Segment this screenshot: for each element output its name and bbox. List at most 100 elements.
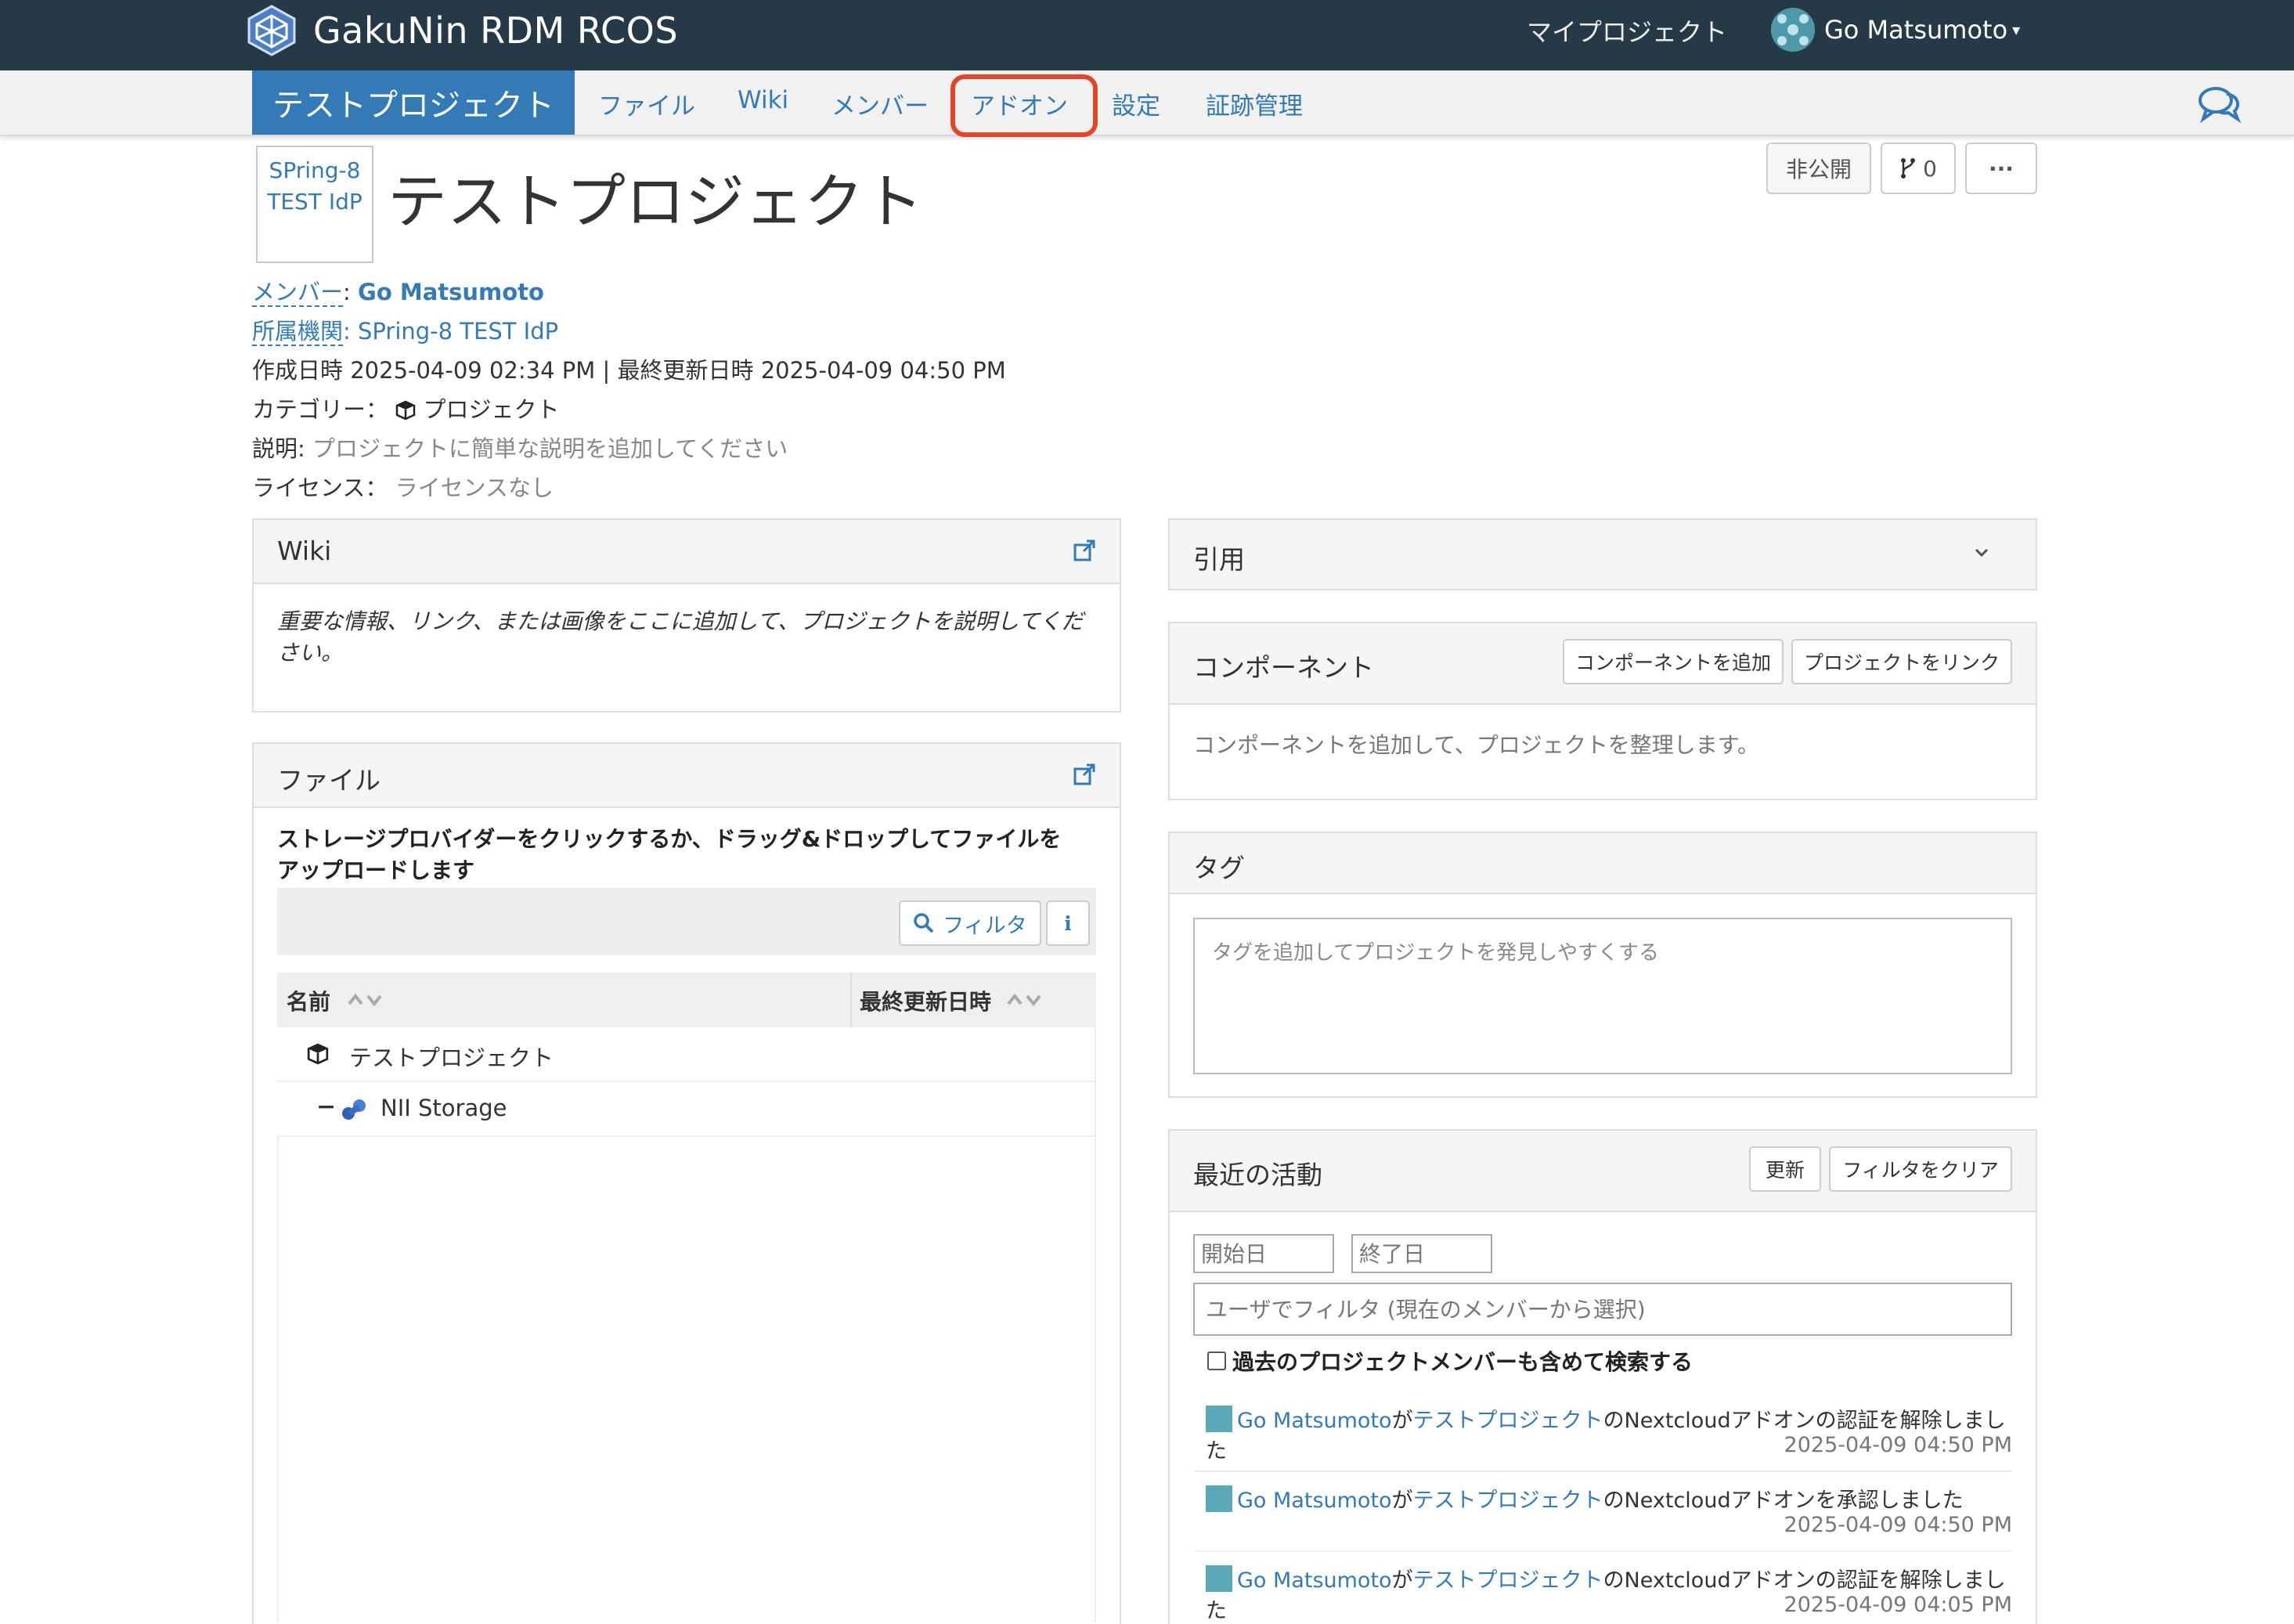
file-grid-right-border bbox=[1095, 973, 1096, 1622]
user-name: Go Matsumoto bbox=[1824, 15, 2008, 45]
category-label: カテゴリー： bbox=[252, 396, 389, 423]
files-panel-title: ファイル bbox=[277, 765, 381, 796]
chat-icon[interactable] bbox=[2197, 85, 2242, 124]
activity-time: 2025-04-09 04:50 PM bbox=[1784, 1433, 2012, 1457]
gakunin-logo-icon bbox=[247, 5, 296, 56]
activity-action: のNextcloudアドオンを承認しました bbox=[1603, 1489, 1964, 1513]
tags-panel: タグ タグを追加してプロジェクトを発見しやすくする bbox=[1168, 832, 2037, 1098]
top-navbar: GakuNin RDM RCOS マイプロジェクト Go Matsumoto ▾ bbox=[0, 0, 2294, 70]
user-avatar bbox=[1206, 1565, 1232, 1592]
filter-label: フィルタ bbox=[943, 913, 1027, 938]
refresh-button[interactable]: 更新 bbox=[1749, 1146, 1821, 1192]
wiki-body: 重要な情報、リンク、または画像をここに追加して、プロジェクトを説明してください。 bbox=[277, 608, 1084, 666]
brand-name: GakuNin RDM RCOS bbox=[313, 9, 679, 52]
members-label[interactable]: メンバー bbox=[252, 279, 344, 307]
activity-project-link[interactable]: テストプロジェクト bbox=[1413, 1409, 1603, 1433]
member-link[interactable]: Go Matsumoto bbox=[358, 279, 544, 305]
tags-panel-header: タグ bbox=[1170, 833, 2036, 894]
external-link-icon[interactable] bbox=[1073, 539, 1096, 562]
description-label: 説明: bbox=[252, 435, 305, 462]
user-filter-input[interactable] bbox=[1193, 1283, 2012, 1336]
search-icon bbox=[914, 913, 934, 933]
page-title: テストプロジェクト bbox=[388, 167, 923, 236]
tree-row-label: NII Storage bbox=[381, 1095, 507, 1121]
wiki-panel-title: Wiki bbox=[277, 536, 332, 566]
chevron-down-icon[interactable] bbox=[1973, 547, 1990, 559]
license-line: ライセンス： ライセンスなし bbox=[252, 470, 554, 503]
cube-icon bbox=[395, 400, 416, 420]
past-members-label: 過去のプロジェクトメンバーも含めて検索する bbox=[1232, 1349, 1693, 1375]
tags-placeholder: タグを追加してプロジェクトを発見しやすくする bbox=[1212, 941, 1659, 965]
fork-button[interactable]: 0 bbox=[1881, 143, 1956, 194]
tree-row-project[interactable]: テストプロジェクト bbox=[277, 1027, 1096, 1082]
members-line: メンバー: Go Matsumoto bbox=[252, 279, 544, 307]
files-instruction: ストレージプロバイダーをクリックするか、ドラッグ&ドロップしてファイルをアップロ… bbox=[277, 826, 1062, 883]
past-members-option: 過去のプロジェクトメンバーも含めて検索する bbox=[1207, 1345, 1693, 1377]
add-component-button[interactable]: コンポーネントを追加 bbox=[1563, 639, 1784, 684]
collapse-toggle-icon[interactable]: − bbox=[316, 1093, 336, 1121]
user-avatar bbox=[1771, 8, 1815, 52]
tab-wiki[interactable]: Wiki bbox=[738, 86, 788, 114]
clear-filter-button[interactable]: フィルタをクリア bbox=[1829, 1146, 2012, 1192]
filter-button[interactable]: フィルタ bbox=[899, 900, 1041, 946]
activity-project-link[interactable]: テストプロジェクト bbox=[1413, 1489, 1603, 1513]
cube-icon bbox=[307, 1043, 329, 1065]
file-grid-header: 名前 最終更新日時 bbox=[277, 973, 1096, 1027]
tab-files[interactable]: ファイル bbox=[598, 86, 695, 121]
addon-tab-highlight bbox=[950, 74, 1098, 137]
start-date-input[interactable] bbox=[1193, 1234, 1334, 1273]
category-value: プロジェクト bbox=[423, 396, 560, 423]
sort-arrows-icon[interactable] bbox=[1005, 991, 1043, 1009]
external-link-icon[interactable] bbox=[1073, 763, 1096, 786]
user-menu[interactable]: Go Matsumoto ▾ bbox=[1771, 8, 2020, 52]
activity-user-link[interactable]: Go Matsumoto bbox=[1237, 1568, 1392, 1593]
activity-item: Go MatsumotoがテストプロジェクトのNextcloudアドオンの認証を… bbox=[1206, 1563, 2012, 1624]
affiliation-link[interactable]: SPring-8 TEST IdP bbox=[358, 318, 558, 345]
project-navbar: テストプロジェクト ファイル Wiki メンバー アドオン 設定 証跡管理 bbox=[0, 70, 2294, 136]
sort-arrows-icon[interactable] bbox=[346, 991, 384, 1009]
activity-divider bbox=[1195, 1471, 2012, 1472]
category-line: カテゴリー： プロジェクト bbox=[252, 392, 559, 424]
affiliation-label[interactable]: 所属機関 bbox=[252, 318, 344, 346]
activity-user-link[interactable]: Go Matsumoto bbox=[1237, 1409, 1392, 1433]
citation-panel[interactable]: 引用 bbox=[1168, 518, 2037, 590]
project-nav-title[interactable]: テストプロジェクト bbox=[252, 70, 575, 135]
file-grid-left-border bbox=[277, 1137, 279, 1622]
column-name[interactable]: 名前 bbox=[287, 985, 330, 1016]
activity-ga: が bbox=[1391, 1489, 1413, 1513]
caret-down-icon: ▾ bbox=[2012, 20, 2021, 39]
past-members-checkbox[interactable] bbox=[1207, 1352, 1226, 1370]
grid-column-divider bbox=[850, 973, 852, 1027]
tab-members[interactable]: メンバー bbox=[831, 86, 929, 121]
visibility-button[interactable]: 非公開 bbox=[1766, 143, 1871, 194]
activity-panel-title: 最近の活動 bbox=[1193, 1160, 1322, 1190]
tags-input[interactable]: タグを追加してプロジェクトを発見しやすくする bbox=[1193, 918, 2012, 1074]
license-value[interactable]: ライセンスなし bbox=[395, 475, 554, 501]
info-button[interactable]: i bbox=[1046, 900, 1090, 946]
activity-project-link[interactable]: テストプロジェクト bbox=[1413, 1568, 1603, 1593]
citation-panel-title: 引用 bbox=[1193, 544, 1245, 575]
wiki-panel-header: Wiki bbox=[254, 520, 1120, 584]
tab-settings[interactable]: 設定 bbox=[1112, 86, 1160, 121]
activity-item: Go MatsumotoがテストプロジェクトのNextcloudアドオンの認証を… bbox=[1206, 1403, 2012, 1466]
activity-time: 2025-04-09 04:50 PM bbox=[1784, 1513, 2012, 1537]
my-projects-link[interactable]: マイプロジェクト bbox=[1527, 13, 1727, 49]
tags-panel-title: タグ bbox=[1193, 853, 1245, 883]
user-avatar bbox=[1206, 1485, 1232, 1512]
activity-ga: が bbox=[1391, 1409, 1413, 1433]
link-project-button[interactable]: プロジェクトをリンク bbox=[1791, 639, 2012, 684]
components-panel-title: コンポーネント bbox=[1193, 652, 1374, 683]
column-modified[interactable]: 最終更新日時 bbox=[860, 985, 991, 1016]
more-options-button[interactable]: ··· bbox=[1965, 143, 2037, 194]
end-date-input[interactable] bbox=[1351, 1234, 1492, 1273]
wiki-panel: Wiki 重要な情報、リンク、または画像をここに追加して、プロジェクトを説明して… bbox=[252, 518, 1121, 713]
brand-link[interactable]: GakuNin RDM RCOS bbox=[244, 5, 678, 56]
tree-row-nii-storage[interactable]: − NII Storage bbox=[277, 1082, 1096, 1137]
fork-icon bbox=[1901, 158, 1916, 179]
description-value[interactable]: プロジェクトに簡単な説明を追加してください bbox=[312, 435, 788, 462]
license-label: ライセンス： bbox=[252, 475, 388, 501]
dates-line: 作成日時 2025-04-09 02:34 PM | 最終更新日時 2025-0… bbox=[252, 357, 1006, 384]
activity-divider bbox=[1195, 1550, 2012, 1552]
tab-audit[interactable]: 証跡管理 bbox=[1206, 86, 1303, 121]
activity-user-link[interactable]: Go Matsumoto bbox=[1237, 1489, 1392, 1513]
